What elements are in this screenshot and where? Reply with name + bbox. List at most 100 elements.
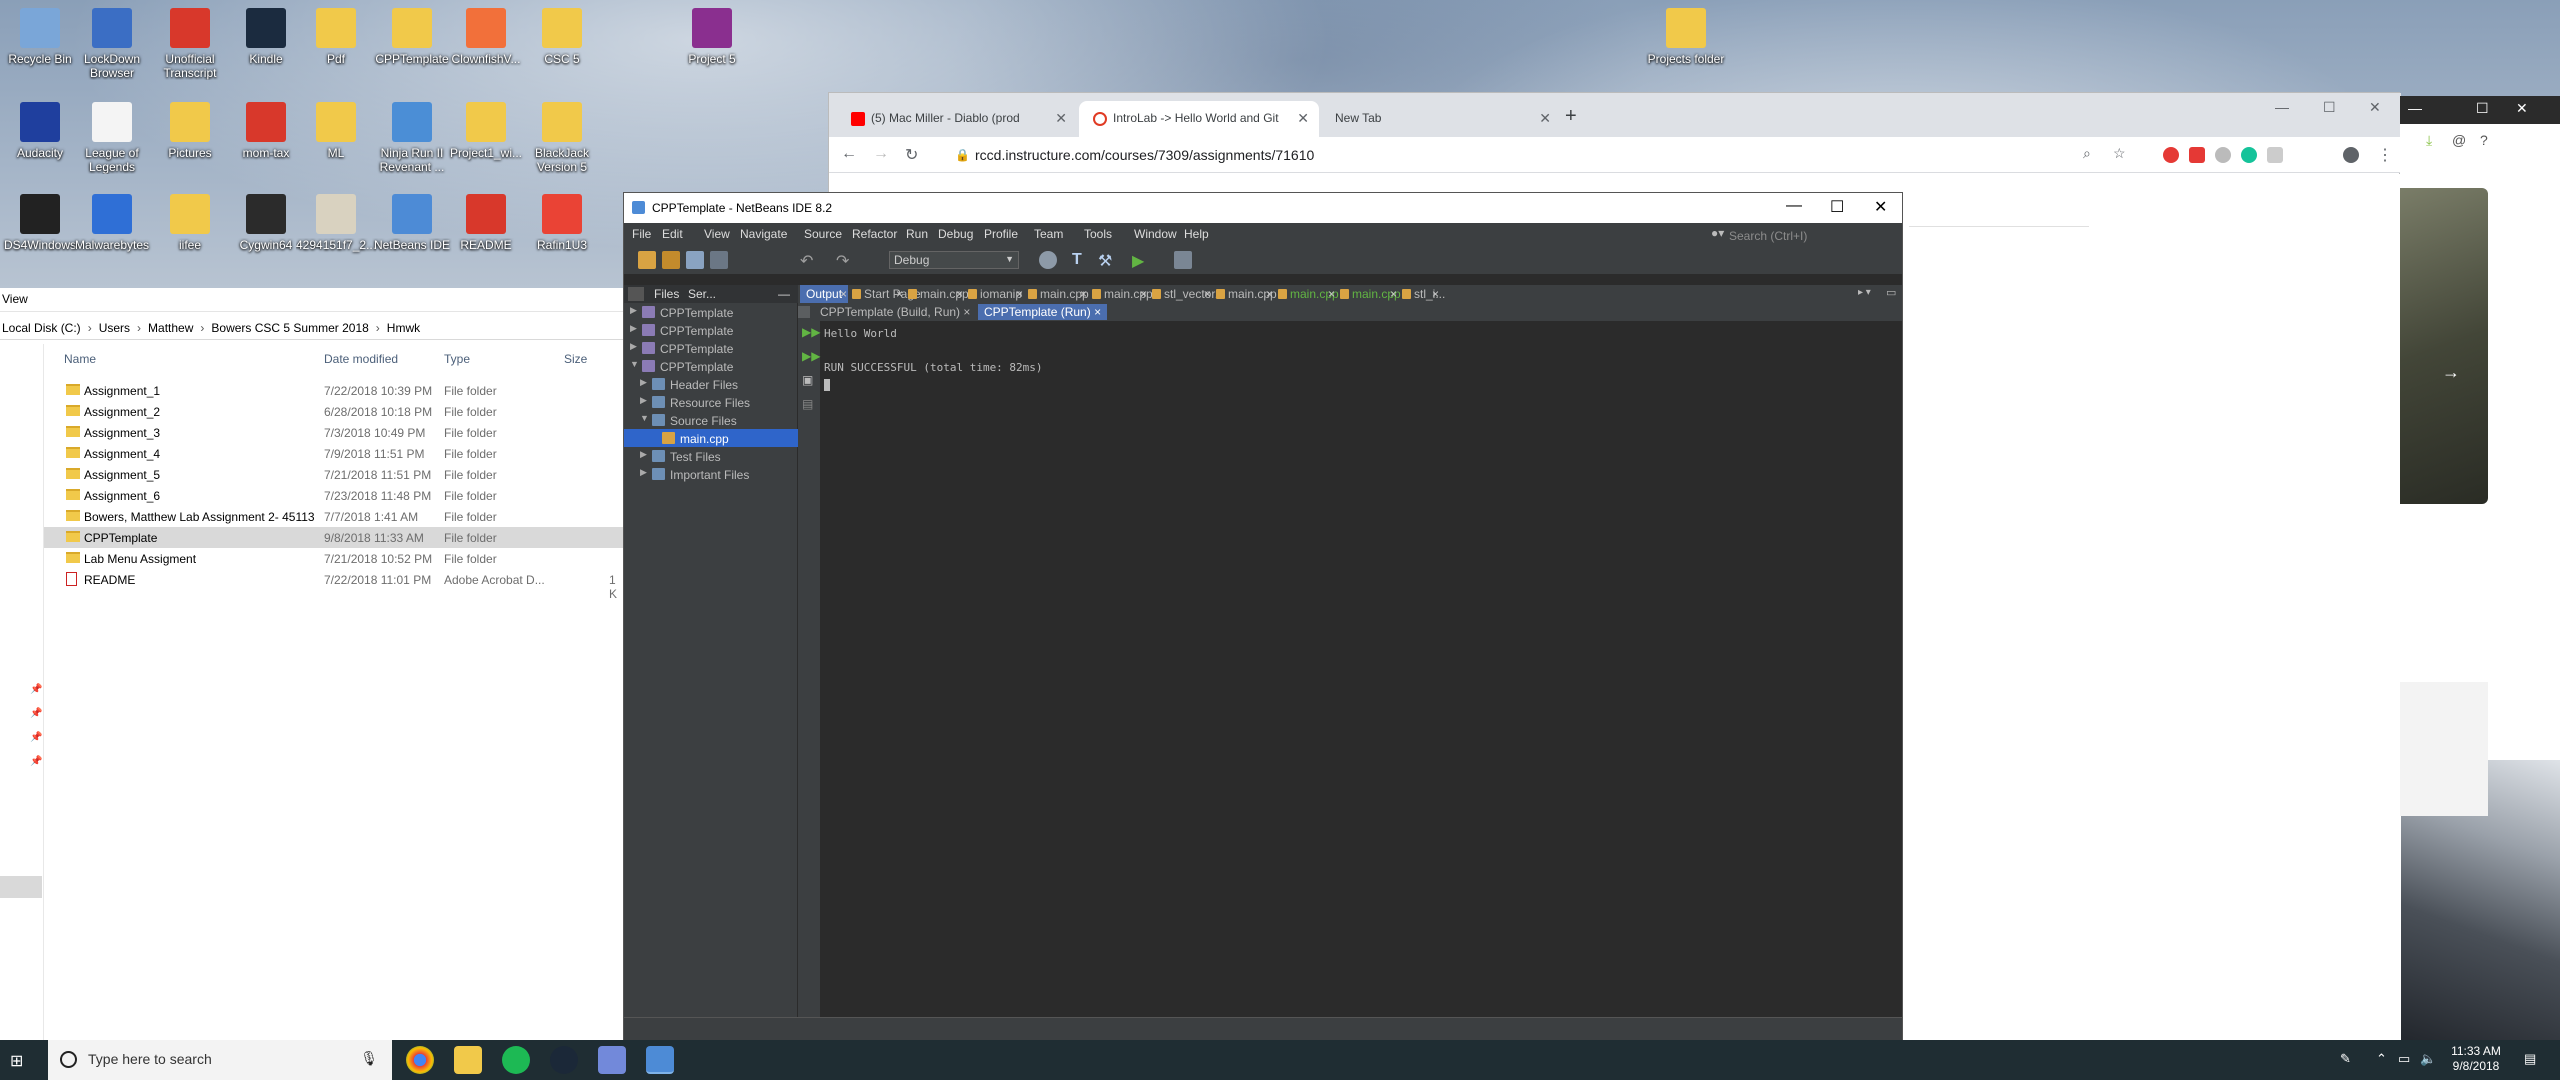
- menu-profile[interactable]: Profile: [984, 227, 1018, 241]
- breadcrumb-item[interactable]: Matthew: [148, 321, 193, 335]
- forward-icon[interactable]: →: [873, 145, 889, 163]
- save-all-icon[interactable]: [710, 251, 728, 269]
- clock[interactable]: 11:33 AM 9/8/2018: [2436, 1044, 2516, 1074]
- breadcrumb-item[interactable]: Bowers CSC 5 Summer 2018: [211, 321, 368, 335]
- next-arrow-icon[interactable]: →: [2442, 362, 2460, 383]
- column-header-name[interactable]: Name: [64, 352, 96, 366]
- notifications-icon[interactable]: ▤: [2524, 1051, 2536, 1067]
- desktop-icon[interactable]: iifee: [150, 194, 230, 266]
- column-header-date[interactable]: Date modified: [324, 352, 398, 366]
- desktop-icon[interactable]: CSC 5: [522, 8, 602, 80]
- breadcrumb-item[interactable]: Local Disk (C:): [2, 321, 81, 335]
- tab-close-icon[interactable]: ✕: [1055, 110, 1067, 127]
- extension-icon[interactable]: [2215, 147, 2231, 163]
- file-row[interactable]: Assignment_2 6/28/2018 10:18 PM File folde…: [44, 401, 623, 422]
- volume-icon[interactable]: 🔈: [2420, 1051, 2436, 1067]
- tab-close-icon[interactable]: ✕: [1539, 110, 1551, 127]
- ribbon-view-tab[interactable]: View: [0, 288, 623, 312]
- tree-node[interactable]: ▶ Test Files: [624, 447, 798, 465]
- close-icon[interactable]: ✕: [2369, 99, 2381, 116]
- file-explorer-taskbar-icon[interactable]: [454, 1046, 482, 1074]
- minimize-panel-icon[interactable]: —: [778, 287, 790, 301]
- desktop-icon[interactable]: Kindle: [226, 8, 306, 80]
- breadcrumb-separator-icon[interactable]: ›: [88, 321, 92, 335]
- menu-file[interactable]: File: [632, 227, 651, 241]
- editor-tab[interactable]: main.cpp: [1276, 285, 1339, 303]
- maximize-icon[interactable]: ☐: [2323, 99, 2336, 116]
- clear-output-icon[interactable]: [798, 306, 810, 318]
- desktop-icon[interactable]: README: [446, 194, 526, 266]
- minimize-icon[interactable]: —: [1786, 197, 1802, 215]
- address-bar[interactable]: Local Disk (C:) › Users › Matthew › Bowers CSC…: [0, 316, 623, 340]
- file-row[interactable]: Lab Menu Assigment 7/21/2018 10:52 PM File…: [44, 548, 623, 569]
- tree-node[interactable]: ▶ CPPTemplate: [624, 321, 798, 339]
- desktop-icon[interactable]: BlackJack Version 5: [522, 102, 602, 174]
- expand-toggle-icon[interactable]: ▶: [630, 341, 637, 352]
- bookmark-star-icon[interactable]: ☆: [2113, 145, 2126, 162]
- open-project-icon[interactable]: [686, 251, 704, 269]
- desktop-icon[interactable]: 4294151f7_2...: [296, 194, 376, 266]
- minimize-icon[interactable]: —: [2408, 100, 2422, 116]
- expand-toggle-icon[interactable]: ▶: [640, 449, 647, 460]
- menu-view[interactable]: View: [704, 227, 730, 241]
- maximize-panel-icon[interactable]: ▭: [1886, 286, 1896, 299]
- desktop-icon[interactable]: Recycle Bin: [0, 8, 80, 80]
- desktop-icon[interactable]: Projects folder: [1646, 8, 1726, 80]
- desktop-icon[interactable]: Audacity: [0, 102, 80, 174]
- tree-node[interactable]: ▼ Source Files: [624, 411, 798, 429]
- text-cursor[interactable]: [824, 376, 1043, 393]
- desktop-icon[interactable]: ClownfishV...: [446, 8, 526, 80]
- windows-start-icon[interactable]: ⊞: [10, 1051, 28, 1070]
- spotify-taskbar-icon[interactable]: [502, 1046, 530, 1074]
- tab-close-icon[interactable]: ×: [1016, 287, 1023, 301]
- rerun-icon[interactable]: ▶▶: [802, 325, 820, 339]
- breadcrumb-separator-icon[interactable]: ›: [137, 321, 141, 335]
- desktop-icon[interactable]: ML: [296, 102, 376, 174]
- tab-close-icon[interactable]: ×: [1140, 287, 1147, 301]
- reload-icon[interactable]: ↻: [905, 145, 918, 165]
- desktop-icon[interactable]: Malwarebytes: [72, 194, 152, 266]
- maximize-icon[interactable]: ☐: [2476, 100, 2489, 117]
- steam-taskbar-icon[interactable]: [550, 1046, 578, 1074]
- tree-node[interactable]: ▶ CPPTemplate: [624, 303, 798, 321]
- tab-files[interactable]: Files: [654, 287, 679, 301]
- grammarly-icon[interactable]: [2241, 147, 2257, 163]
- close-icon[interactable]: ×: [963, 305, 970, 319]
- expand-toggle-icon[interactable]: ▶: [630, 323, 637, 334]
- projects-tab[interactable]: [628, 287, 644, 301]
- close-icon[interactable]: ✕: [2516, 100, 2528, 117]
- tab-close-icon[interactable]: ×: [956, 287, 963, 301]
- output-tab-build-run[interactable]: CPPTemplate (Build, Run) ×: [814, 304, 976, 320]
- desktop-icon[interactable]: LockDown Browser: [72, 8, 152, 80]
- clean-build-icon[interactable]: ⚒: [1098, 251, 1116, 270]
- desktop-icon[interactable]: NetBeans IDE: [372, 194, 452, 266]
- editor-tab[interactable]: main.cpp: [1214, 285, 1277, 303]
- tray-chevron-icon[interactable]: ⌃: [2376, 1051, 2387, 1067]
- nav-pane-selected-item[interactable]: [0, 876, 42, 898]
- terminal-icon[interactable]: ▣: [802, 373, 816, 387]
- column-header-size[interactable]: Size: [564, 352, 587, 366]
- menu-source[interactable]: Source: [804, 227, 842, 241]
- menu-tools[interactable]: Tools: [1084, 227, 1112, 241]
- file-row[interactable]: Assignment_3 7/3/2018 10:49 PM File folder: [44, 422, 623, 443]
- desktop-icon[interactable]: Unofficial Transcript: [150, 8, 230, 80]
- menu-help[interactable]: Help: [1184, 227, 1209, 241]
- column-header-type[interactable]: Type: [444, 352, 470, 366]
- tree-node[interactable]: main.cpp: [624, 429, 798, 447]
- tab-close-icon[interactable]: ×: [1204, 287, 1211, 301]
- tab-close-icon[interactable]: ×: [840, 287, 847, 301]
- output-settings-icon[interactable]: ▤: [802, 397, 816, 411]
- undo-icon[interactable]: ↶: [800, 251, 818, 270]
- desktop-icon[interactable]: Project 5: [672, 8, 752, 80]
- redo-icon[interactable]: ↷: [836, 251, 854, 270]
- netbeans-taskbar-icon[interactable]: [646, 1046, 674, 1074]
- menu-refactor[interactable]: Refactor: [852, 227, 897, 241]
- navigation-pane[interactable]: 📌 📌 📌 📌: [0, 344, 44, 1040]
- tab-introlab[interactable]: IntroLab -> Hello World and Git ✕: [1079, 101, 1319, 137]
- breadcrumb-separator-icon[interactable]: ›: [376, 321, 380, 335]
- rerun-with-args-icon[interactable]: ▶▶: [802, 349, 820, 363]
- desktop-icon[interactable]: CPPTemplate: [372, 8, 452, 80]
- tab-services[interactable]: Ser...: [688, 287, 716, 301]
- desktop-icon[interactable]: Rafin1U3: [522, 194, 602, 266]
- maximize-icon[interactable]: ☐: [1830, 197, 1844, 217]
